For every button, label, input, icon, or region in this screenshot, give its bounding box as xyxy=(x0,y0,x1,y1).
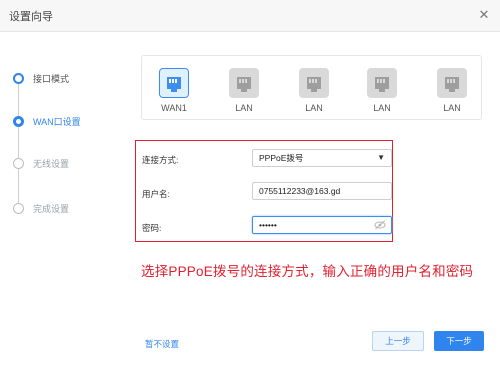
step-dot xyxy=(13,115,24,127)
ethernet-port-icon xyxy=(299,68,329,98)
step-label: 无线设置 xyxy=(33,158,70,169)
port-label: LAN xyxy=(443,103,461,113)
ethernet-port-icon xyxy=(367,68,397,98)
connection-type-value: PPPoE拨号 xyxy=(259,153,304,163)
step-wireless-settings: 无线设置 xyxy=(13,156,69,170)
step-dot xyxy=(13,72,24,84)
close-icon[interactable]: ✕ xyxy=(476,7,492,23)
connection-type-label: 连接方式: xyxy=(142,155,179,165)
title-bar: 设置向导 ✕ xyxy=(0,0,500,32)
username-label: 用户名: xyxy=(142,189,170,199)
step-interface-mode: 接口模式 xyxy=(13,71,69,85)
port-wan1[interactable]: WAN1 xyxy=(156,68,192,113)
step-finish: 完成设置 xyxy=(13,201,69,215)
next-button[interactable]: 下一步 xyxy=(434,331,484,351)
window-title: 设置向导 xyxy=(9,11,53,23)
step-label: WAN口设置 xyxy=(33,116,81,127)
port-label: WAN1 xyxy=(161,103,187,113)
ethernet-port-icon xyxy=(229,68,259,98)
step-dot xyxy=(13,202,24,214)
port-label: LAN xyxy=(305,103,323,113)
username-input[interactable]: 0755112233@163.gd xyxy=(252,182,392,200)
ethernet-port-icon xyxy=(437,68,467,98)
step-dot xyxy=(13,157,24,169)
connection-type-select[interactable]: PPPoE拨号 ▼ xyxy=(252,149,392,167)
eye-off-icon[interactable] xyxy=(374,220,386,230)
port-label: LAN xyxy=(373,103,391,113)
caret-down-icon: ▼ xyxy=(377,153,385,162)
previous-button[interactable]: 上一步 xyxy=(372,331,424,351)
port-lan[interactable]: LAN xyxy=(364,68,400,113)
port-lan[interactable]: LAN xyxy=(434,68,470,113)
password-label: 密码: xyxy=(142,223,162,233)
instruction-caption: 选择PPPoE拨号的连接方式，输入正确的用户名和密码 xyxy=(141,264,474,279)
password-value: •••••• xyxy=(259,220,277,230)
steps-connector-line xyxy=(18,78,19,208)
port-lan[interactable]: LAN xyxy=(296,68,332,113)
port-label: LAN xyxy=(235,103,253,113)
password-input[interactable]: •••••• xyxy=(252,216,392,234)
step-label: 完成设置 xyxy=(33,203,70,214)
step-label: 接口模式 xyxy=(33,73,70,84)
ethernet-port-icon xyxy=(159,68,189,98)
skip-link[interactable]: 暂不设置 xyxy=(145,338,179,350)
step-wan-settings: WAN口设置 xyxy=(13,114,81,128)
port-selector: WAN1 LAN LAN LAN LAN xyxy=(141,55,482,120)
port-lan[interactable]: LAN xyxy=(226,68,262,113)
